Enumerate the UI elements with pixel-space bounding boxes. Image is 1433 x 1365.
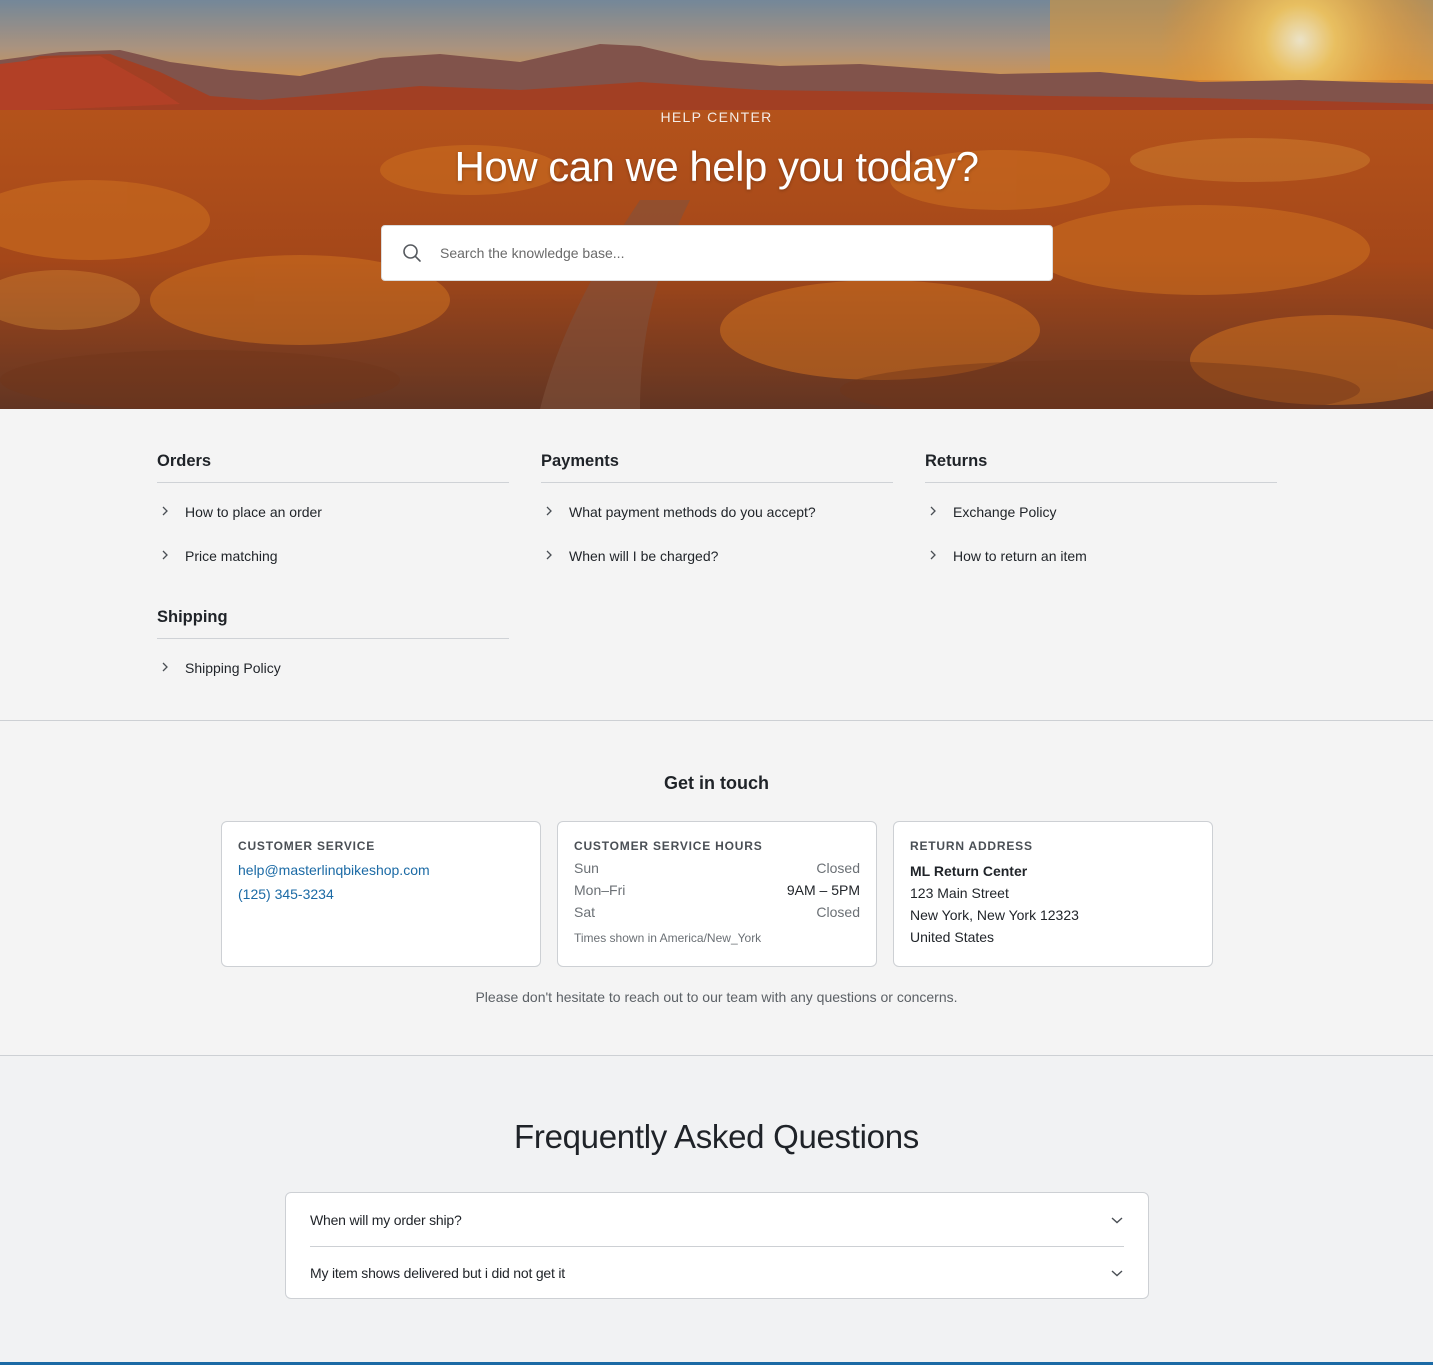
- hours-time: Closed: [816, 904, 860, 920]
- hours-row: Mon–Fri 9AM – 5PM: [574, 882, 860, 899]
- hours-day: Sat: [574, 904, 596, 920]
- hero-background-image: [0, 0, 1433, 409]
- chevron-down-icon[interactable]: [1110, 1215, 1124, 1225]
- category-link-item[interactable]: How to place an order: [157, 503, 509, 547]
- faq-item[interactable]: When will my order ship?: [310, 1193, 1124, 1246]
- category-link-item[interactable]: Price matching: [157, 547, 509, 591]
- phone-link[interactable]: (125) 345-3234: [238, 886, 524, 903]
- hours-day: Sun: [574, 860, 599, 876]
- service-hours-card: CUSTOMER SERVICE HOURS Sun Closed Mon–Fr…: [557, 821, 877, 967]
- address-city: New York, New York 12323: [910, 907, 1079, 923]
- category-divider: [541, 482, 893, 483]
- category-link-item[interactable]: When will I be charged?: [541, 547, 893, 591]
- customer-service-card: CUSTOMER SERVICE help@masterlinqbikeshop…: [221, 821, 541, 967]
- category-link[interactable]: Price matching: [185, 547, 278, 565]
- search-bar[interactable]: [381, 225, 1053, 281]
- chevron-down-icon[interactable]: [1110, 1268, 1124, 1278]
- search-icon: [403, 244, 421, 262]
- hero-banner: HELP CENTER How can we help you today?: [0, 0, 1433, 409]
- card-label: CUSTOMER SERVICE: [238, 839, 376, 853]
- hours-row: Sun Closed: [574, 860, 860, 877]
- category-title: Shipping: [157, 608, 228, 626]
- chevron-right-icon: [546, 550, 552, 559]
- chevron-right-icon: [930, 550, 936, 559]
- card-label: CUSTOMER SERVICE HOURS: [574, 839, 763, 853]
- faq-question[interactable]: My item shows delivered but i did not ge…: [310, 1265, 565, 1281]
- address-country: United States: [910, 929, 995, 945]
- category-divider: [157, 638, 509, 639]
- category-link-item[interactable]: What payment methods do you accept?: [541, 503, 893, 547]
- hours-row: Sat Closed: [574, 904, 860, 921]
- chevron-right-icon: [162, 506, 168, 516]
- card-label: RETURN ADDRESS: [910, 839, 1033, 853]
- category-link[interactable]: What payment methods do you accept?: [569, 503, 816, 521]
- category-link[interactable]: How to return an item: [953, 547, 1087, 565]
- hours-time: Closed: [816, 860, 860, 876]
- chevron-right-icon: [162, 550, 168, 559]
- category-orders: Orders How to place an order Price match…: [157, 452, 509, 590]
- hours-day: Mon–Fri: [574, 882, 626, 898]
- category-returns: Returns Exchange Policy How to return an…: [925, 452, 1277, 590]
- contact-title: Get in touch: [664, 773, 769, 793]
- category-shipping: Shipping Shipping Policy: [157, 608, 509, 703]
- category-link-item[interactable]: How to return an item: [925, 547, 1277, 591]
- chevron-right-icon: [930, 506, 936, 516]
- timezone-note: Times shown in America/New_York: [574, 931, 762, 945]
- hero-eyebrow: HELP CENTER: [660, 109, 773, 125]
- faq-question[interactable]: When will my order ship?: [310, 1212, 462, 1228]
- category-divider: [925, 482, 1277, 483]
- chevron-right-icon: [546, 506, 552, 516]
- chevron-right-icon: [162, 662, 168, 672]
- section-divider: [0, 720, 1433, 721]
- category-link[interactable]: When will I be charged?: [569, 547, 718, 565]
- address-street: 123 Main Street: [910, 885, 1009, 901]
- category-link[interactable]: Shipping Policy: [185, 659, 281, 677]
- category-link[interactable]: Exchange Policy: [953, 503, 1057, 521]
- address-name: ML Return Center: [910, 863, 1028, 879]
- hero-title: How can we help you today?: [454, 143, 980, 190]
- category-divider: [157, 482, 509, 483]
- category-payments: Payments What payment methods do you acc…: [541, 452, 893, 590]
- email-link[interactable]: help@masterlinqbikeshop.com: [238, 862, 524, 879]
- category-link-item[interactable]: Exchange Policy: [925, 503, 1277, 547]
- faq-accordion: When will my order ship? My item shows d…: [285, 1192, 1149, 1299]
- contact-note: Please don't hesitate to reach out to ou…: [475, 989, 958, 1005]
- category-title: Orders: [157, 452, 212, 470]
- faq-item[interactable]: My item shows delivered but i did not ge…: [310, 1246, 1124, 1299]
- category-link-item[interactable]: Shipping Policy: [157, 659, 509, 703]
- search-input[interactable]: [440, 238, 1000, 268]
- category-title: Payments: [541, 452, 619, 470]
- faq-title: Frequently Asked Questions: [514, 1118, 919, 1155]
- hours-time: 9AM – 5PM: [786, 882, 860, 898]
- return-address-card: RETURN ADDRESS ML Return Center 123 Main…: [893, 821, 1213, 967]
- category-title: Returns: [925, 452, 988, 470]
- category-link[interactable]: How to place an order: [185, 503, 322, 521]
